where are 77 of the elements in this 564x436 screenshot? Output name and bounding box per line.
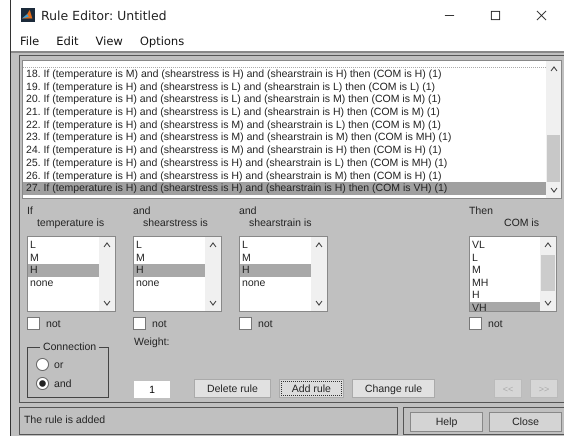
list-item[interactable]: M — [470, 264, 540, 276]
list-item[interactable]: H — [240, 264, 311, 276]
rule-item[interactable]: 21. If (temperature is H) and (shearstress is L) and (shearstrain is H) then (COM is M) (1) — [23, 106, 546, 119]
list-item[interactable]: L — [134, 239, 205, 252]
list-item[interactable]: VL — [470, 239, 540, 252]
scrollbar-thumb[interactable] — [541, 255, 555, 291]
maximize-icon[interactable] — [490, 10, 501, 21]
variable-label: COM is — [503, 217, 540, 230]
rule-item[interactable]: 23. If (temperature is H) and (shearstress is M) and (shearstrain is M) then (COM is MH) (1) — [23, 131, 546, 144]
variable-label: temperature is — [36, 217, 106, 230]
scroll-up-icon[interactable] — [208, 240, 218, 250]
not-label: not — [46, 318, 61, 330]
menu-item[interactable]: Options — [140, 34, 184, 48]
connective-label: Then — [469, 205, 494, 217]
rule-button[interactable]: Add rule — [278, 379, 344, 398]
menu-item[interactable]: File — [20, 34, 40, 48]
radio-label: or — [54, 358, 64, 370]
scrollbar[interactable] — [546, 61, 561, 198]
list-item[interactable]: none — [240, 276, 311, 289]
rule-button[interactable]: Change rule — [352, 379, 436, 398]
radio-button[interactable] — [36, 358, 49, 371]
scroll-up-icon[interactable] — [102, 240, 112, 250]
rule-button[interactable]: Delete rule — [194, 379, 271, 398]
list-item[interactable]: H — [470, 289, 540, 302]
rule-item[interactable]: 24. If (temperature is H) and (shearstress is M) and (shearstrain is H) then (COM is H) (1) — [23, 144, 546, 157]
scroll-up-icon[interactable] — [314, 240, 324, 250]
app-logo-icon — [21, 8, 35, 22]
list-item[interactable]: M — [240, 252, 311, 264]
rule-item[interactable]: 25. If (temperature is H) and (shearstress is H) and (shearstrain is L) then (COM is MH) (1) — [23, 156, 546, 170]
footer-button[interactable]: Close — [489, 412, 562, 432]
footer-button[interactable]: Help — [410, 412, 483, 432]
list-item[interactable]: M — [134, 252, 205, 264]
list-item[interactable]: VH — [470, 302, 540, 311]
scroll-down-icon[interactable] — [208, 298, 218, 308]
rule-item[interactable]: 26. If (temperature is H) and (shearstress is H) and (shearstrain is M) then (COM is H) (1) — [23, 170, 546, 182]
rule-item[interactable]: 19. If (temperature is H) and (shearstress is L) and (shearstrain is L) then (COM is L) (1) — [23, 80, 546, 94]
list-item[interactable]: M — [28, 252, 99, 264]
weight-field[interactable]: 1 — [134, 381, 170, 398]
status-message: The rule is added — [19, 407, 398, 435]
not-checkbox[interactable] — [133, 317, 146, 330]
list-item[interactable]: L — [28, 239, 99, 252]
group-title: Connection — [42, 341, 98, 353]
close-icon[interactable] — [536, 10, 547, 21]
scroll-down-icon[interactable] — [314, 298, 324, 308]
menu-item[interactable]: View — [96, 34, 123, 48]
rule-item[interactable]: 27. If (temperature is H) and (shearstress is H) and (shearstrain is H) then (COM is VH) (1) — [23, 182, 546, 195]
rule-item[interactable]: 20. If (temperature is H) and (shearstress is L) and (shearstrain is M) then (COM is M) (1) — [23, 93, 546, 106]
not-label: not — [152, 318, 167, 330]
list-item[interactable]: MH — [470, 276, 540, 289]
connective-label: If — [27, 205, 34, 217]
not-label: not — [488, 318, 503, 330]
rule-item[interactable]: 18. If (temperature is M) and (shearstress is H) and (shearstrain is H) then (COM is H) (1) — [23, 68, 546, 81]
scroll-down-icon[interactable] — [548, 185, 558, 195]
list-item[interactable]: none — [134, 276, 205, 289]
not-checkbox[interactable] — [27, 317, 40, 330]
list-item[interactable]: L — [470, 252, 540, 264]
list-item[interactable]: H — [28, 264, 99, 276]
scroll-up-icon[interactable] — [548, 64, 558, 74]
connective-label: and — [239, 205, 258, 217]
not-checkbox[interactable] — [469, 317, 482, 330]
variable-label: shearstress is — [142, 217, 209, 230]
scroll-up-icon[interactable] — [543, 240, 553, 250]
scroll-down-icon[interactable] — [102, 298, 112, 308]
connective-label: and — [133, 205, 152, 217]
list-item[interactable]: none — [28, 276, 99, 289]
rule-item[interactable]: 22. If (temperature is H) and (shearstress is M) and (shearstrain is L) then (COM is M) (1) — [23, 118, 546, 132]
window-title: Rule Editor: Untitled — [41, 8, 167, 23]
variable-label: shearstrain is — [248, 217, 312, 230]
radio-label: and — [54, 378, 72, 390]
menu-item[interactable]: Edit — [56, 34, 79, 48]
list-item[interactable]: H — [134, 264, 205, 276]
weight-label: Weight: — [134, 336, 170, 348]
list-item[interactable]: L — [240, 239, 311, 252]
not-label: not — [258, 318, 273, 330]
not-checkbox[interactable] — [239, 317, 252, 330]
radio-button[interactable] — [36, 377, 49, 390]
scroll-down-icon[interactable] — [543, 298, 553, 308]
